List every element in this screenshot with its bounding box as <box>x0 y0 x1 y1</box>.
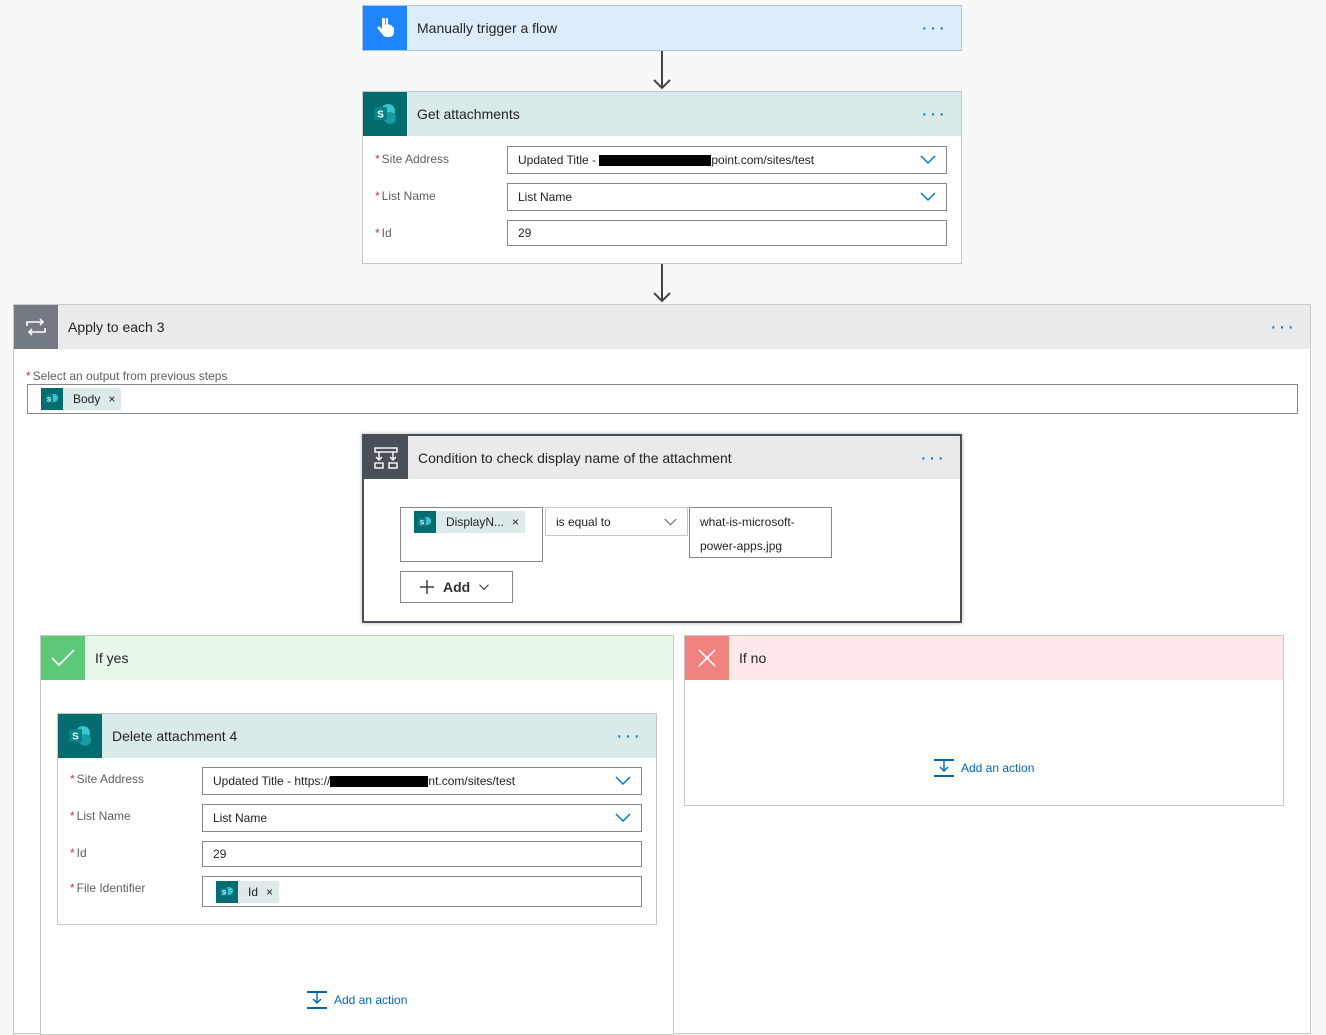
add-action-icon <box>306 990 328 1010</box>
if-no-branch[interactable]: If no Add an action <box>684 635 1284 806</box>
chevron-down-icon <box>615 773 631 789</box>
select-output-input[interactable]: S Body × <box>27 384 1298 414</box>
delete-attachment-more-button[interactable]: ··· <box>612 725 646 747</box>
condition-card[interactable]: Condition to check display name of the a… <box>362 434 962 623</box>
get-attachments-card[interactable]: S Get attachments ··· *Site Address Upda… <box>362 91 962 264</box>
select-output-label: *Select an output from previous steps <box>26 369 227 383</box>
site-address-dropdown[interactable]: Updated Title - https://nt.com/sites/tes… <box>202 767 642 795</box>
sharepoint-icon: S <box>363 92 407 136</box>
add-action-icon <box>933 758 955 778</box>
svg-text:S: S <box>420 520 425 527</box>
if-yes-branch[interactable]: If yes S Delete attachment 4 ··· *Site A… <box>40 635 674 1035</box>
delete-attachment-card[interactable]: S Delete attachment 4 ··· *Site Address … <box>57 713 657 925</box>
list-name-label: *List Name <box>375 189 436 203</box>
list-name-dropdown[interactable]: List Name <box>202 804 642 832</box>
file-identifier-label: *File Identifier <box>70 881 145 895</box>
chevron-down-icon <box>664 515 677 528</box>
chevron-down-icon <box>478 581 490 593</box>
sharepoint-icon: S <box>414 511 436 533</box>
condition-title: Condition to check display name of the a… <box>418 450 916 466</box>
touch-icon <box>363 6 407 50</box>
redacted-text <box>599 155 711 166</box>
chevron-down-icon <box>615 810 631 826</box>
site-address-dropdown[interactable]: Updated Title - point.com/sites/test <box>507 146 947 174</box>
chevron-down-icon <box>920 189 936 205</box>
redacted-text <box>330 776 428 787</box>
flow-arrow-1 <box>650 51 674 91</box>
add-condition-button[interactable]: Add <box>400 571 513 603</box>
delete-attachment-title: Delete attachment 4 <box>112 728 612 744</box>
loop-icon <box>14 305 58 349</box>
if-yes-add-action-button[interactable]: Add an action <box>306 990 407 1010</box>
id-label: *Id <box>375 226 392 240</box>
condition-right-operand[interactable]: what-is-microsoft- power-apps.jpg <box>689 507 832 558</box>
trigger-card[interactable]: Manually trigger a flow ··· <box>362 5 962 51</box>
if-no-title: If no <box>739 650 1283 666</box>
svg-text:S: S <box>47 397 52 404</box>
checkmark-icon <box>41 636 85 680</box>
plus-icon <box>419 579 435 595</box>
condition-left-operand[interactable]: S DisplayN... × <box>400 507 543 562</box>
if-no-add-action-button[interactable]: Add an action <box>933 758 1034 778</box>
condition-icon <box>364 436 408 479</box>
sharepoint-icon: S <box>216 881 238 903</box>
operator-dropdown[interactable]: is equal to <box>545 507 688 536</box>
list-name-label: *List Name <box>70 809 131 823</box>
if-yes-title: If yes <box>95 650 673 666</box>
sharepoint-icon: S <box>58 714 102 758</box>
close-icon <box>685 636 729 680</box>
sharepoint-icon: S <box>41 388 63 410</box>
remove-token-button[interactable]: × <box>266 885 273 899</box>
id-token[interactable]: S Id × <box>216 881 279 903</box>
flow-arrow-2 <box>650 264 674 304</box>
remove-token-button[interactable]: × <box>512 515 519 529</box>
condition-more-button[interactable]: ··· <box>916 447 950 469</box>
apply-to-each-more-button[interactable]: ··· <box>1266 316 1300 338</box>
site-address-label: *Site Address <box>70 772 144 786</box>
remove-token-button[interactable]: × <box>108 392 115 406</box>
get-attachments-more-button[interactable]: ··· <box>917 103 951 125</box>
trigger-more-button[interactable]: ··· <box>917 17 951 39</box>
get-attachments-title: Get attachments <box>417 106 917 122</box>
apply-to-each-title: Apply to each 3 <box>68 319 1266 335</box>
trigger-title: Manually trigger a flow <box>417 20 917 36</box>
body-token[interactable]: S Body × <box>41 388 121 410</box>
id-input[interactable]: 29 <box>202 841 642 867</box>
displayname-token[interactable]: S DisplayN... × <box>414 511 525 533</box>
id-input[interactable]: 29 <box>507 220 947 246</box>
chevron-down-icon <box>920 152 936 168</box>
list-name-dropdown[interactable]: List Name <box>507 183 947 211</box>
file-identifier-input[interactable]: S Id × <box>202 876 642 907</box>
svg-text:S: S <box>72 732 79 743</box>
id-label: *Id <box>70 846 87 860</box>
svg-text:S: S <box>377 110 384 121</box>
site-address-label: *Site Address <box>375 152 449 166</box>
svg-text:S: S <box>222 889 227 896</box>
